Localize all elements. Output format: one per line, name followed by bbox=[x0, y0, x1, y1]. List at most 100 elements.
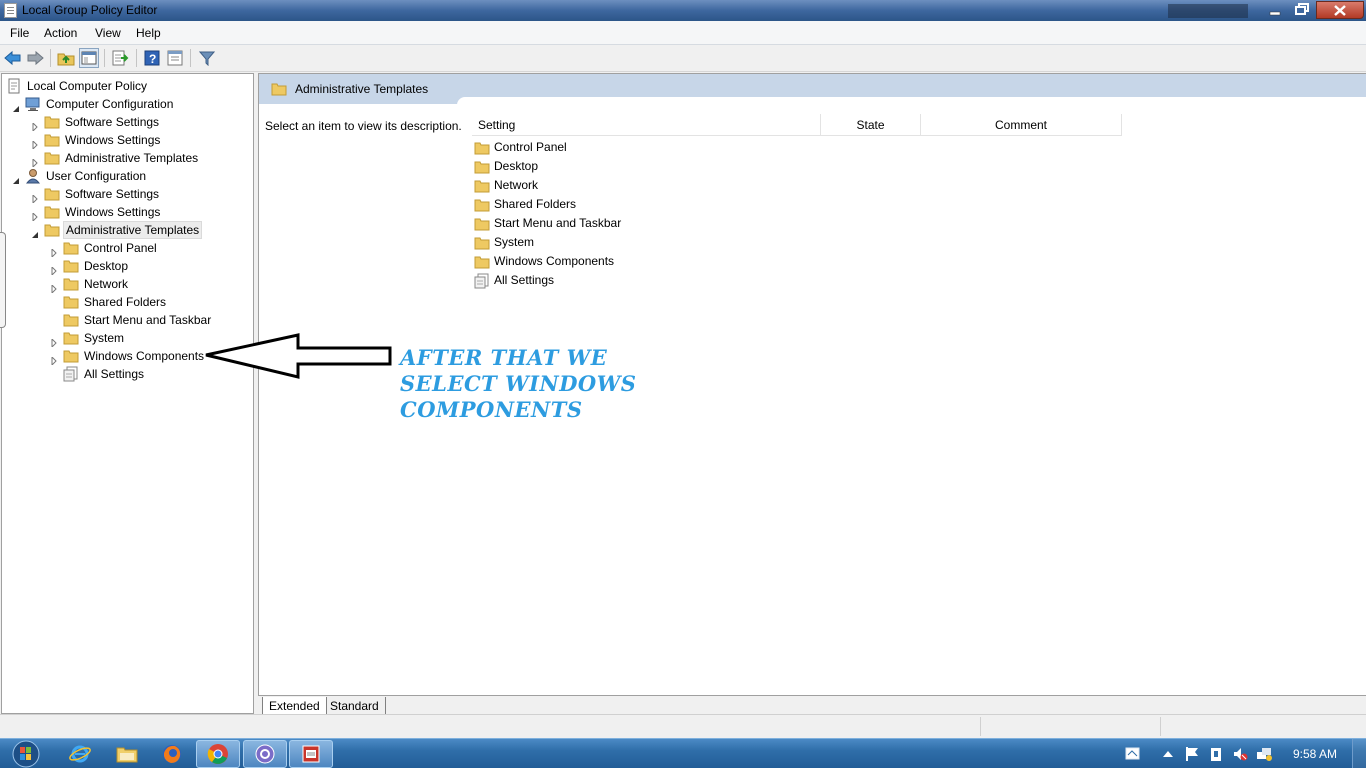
description-text: Select an item to view its description. bbox=[265, 119, 462, 133]
folder-icon bbox=[44, 186, 60, 202]
tree-label: Network bbox=[84, 277, 129, 291]
list-item-label: Network bbox=[494, 178, 539, 192]
chevron-up-icon bbox=[1163, 751, 1173, 757]
start-button[interactable] bbox=[4, 739, 48, 768]
column-header-state[interactable]: State bbox=[821, 114, 921, 136]
back-button[interactable] bbox=[3, 48, 23, 68]
expand-arrow-icon[interactable] bbox=[31, 208, 39, 223]
folder-icon bbox=[63, 258, 79, 274]
export-list-icon bbox=[112, 50, 129, 66]
file-explorer-icon bbox=[116, 747, 138, 763]
list-item-label: Start Menu and Taskbar bbox=[494, 216, 622, 230]
flag-icon bbox=[1186, 747, 1198, 761]
export-list-button[interactable] bbox=[110, 48, 130, 68]
expand-arrow-icon[interactable] bbox=[50, 262, 58, 277]
tray-show-hidden[interactable] bbox=[1160, 746, 1176, 762]
tree-label: Desktop bbox=[84, 259, 129, 273]
expand-arrow-icon[interactable] bbox=[31, 154, 39, 169]
status-divider bbox=[980, 717, 981, 736]
folder-icon bbox=[44, 150, 60, 166]
tray-flag[interactable] bbox=[1184, 746, 1200, 762]
up-folder-icon bbox=[57, 53, 75, 66]
menu-view[interactable]: View bbox=[95, 26, 121, 40]
collapse-arrow-icon[interactable] bbox=[31, 226, 39, 238]
clock[interactable]: 9:58 AM bbox=[1293, 747, 1337, 761]
tree-label: Start Menu and Taskbar bbox=[84, 313, 212, 327]
show-desktop-button[interactable] bbox=[1352, 739, 1366, 768]
annotation-text: AFTER THAT WE SELECT WINDOWS COMPONENTS bbox=[400, 345, 637, 422]
expand-arrow-icon[interactable] bbox=[31, 136, 39, 151]
folder-icon bbox=[63, 312, 79, 328]
firefox-icon bbox=[163, 745, 181, 763]
tree-label: Computer Configuration bbox=[46, 97, 174, 111]
folder-icon bbox=[63, 348, 79, 364]
all-settings-icon bbox=[63, 366, 79, 382]
expand-arrow-icon[interactable] bbox=[50, 280, 58, 295]
power-icon bbox=[1211, 748, 1221, 761]
tray-power[interactable] bbox=[1208, 746, 1224, 762]
forward-button[interactable] bbox=[25, 48, 45, 68]
volume-muted-icon bbox=[1234, 748, 1248, 761]
tree-label: Windows Settings bbox=[65, 133, 161, 147]
taskbar-app[interactable] bbox=[243, 740, 287, 768]
expand-arrow-icon[interactable] bbox=[31, 118, 39, 133]
show-hide-tree-button[interactable] bbox=[79, 48, 99, 68]
header-divider bbox=[457, 97, 1366, 107]
taskbar-file-explorer[interactable] bbox=[105, 740, 149, 768]
list-item-label: Windows Components bbox=[494, 254, 615, 268]
filter-icon bbox=[199, 51, 215, 66]
column-header-setting[interactable]: Setting bbox=[472, 114, 821, 136]
taskbar-group-policy[interactable] bbox=[289, 740, 333, 768]
console-tree: Local Computer Policy Computer Configura… bbox=[1, 73, 254, 714]
view-tabs: Extended Standard bbox=[258, 695, 1366, 715]
collapse-arrow-icon[interactable] bbox=[12, 100, 20, 112]
toolbar-separator bbox=[50, 49, 51, 67]
close-button[interactable] bbox=[1316, 1, 1364, 19]
tray-action-center[interactable] bbox=[1125, 746, 1141, 762]
tray-network[interactable] bbox=[1256, 746, 1272, 762]
expand-arrow-icon[interactable] bbox=[50, 244, 58, 259]
svg-text:?: ? bbox=[149, 52, 156, 66]
minimize-button[interactable] bbox=[1262, 1, 1288, 19]
menu-help[interactable]: Help bbox=[136, 26, 161, 40]
folder-icon bbox=[44, 132, 60, 148]
expand-arrow-icon[interactable] bbox=[31, 190, 39, 205]
tree-label: Local Computer Policy bbox=[27, 79, 148, 93]
chrome-icon bbox=[207, 744, 228, 764]
filter-button[interactable] bbox=[197, 48, 217, 68]
expand-arrow-icon[interactable] bbox=[50, 352, 58, 367]
taskbar-firefox[interactable] bbox=[150, 740, 194, 768]
blurred-region bbox=[1168, 4, 1248, 18]
help-button[interactable]: ? bbox=[142, 48, 162, 68]
collapse-arrow-icon[interactable] bbox=[12, 172, 20, 184]
details-title: Administrative Templates bbox=[295, 82, 429, 96]
tree-label: Administrative Templates bbox=[65, 151, 199, 165]
group-policy-icon bbox=[302, 745, 320, 763]
taskbar-chrome[interactable] bbox=[196, 740, 240, 768]
tray-volume[interactable] bbox=[1232, 746, 1248, 762]
expand-arrow-icon[interactable] bbox=[50, 334, 58, 349]
restore-icon bbox=[1295, 3, 1309, 15]
menu-file[interactable]: File bbox=[10, 26, 29, 40]
menu-action[interactable]: Action bbox=[44, 26, 77, 40]
properties-button[interactable] bbox=[165, 48, 185, 68]
folder-icon bbox=[271, 81, 287, 100]
annotation-arrow bbox=[205, 333, 392, 379]
tab-extended[interactable]: Extended bbox=[262, 697, 327, 715]
column-label: Setting bbox=[478, 118, 516, 132]
restore-button[interactable] bbox=[1289, 1, 1315, 19]
tree-label: Administrative Templates bbox=[63, 221, 203, 239]
folder-icon bbox=[63, 276, 79, 292]
computer-icon bbox=[25, 96, 41, 112]
column-header-comment[interactable]: Comment bbox=[921, 114, 1122, 136]
taskbar-internet-explorer[interactable] bbox=[58, 740, 102, 768]
tab-standard[interactable]: Standard bbox=[324, 697, 386, 715]
title-bar: Local Group Policy Editor bbox=[0, 0, 1366, 21]
all-settings-icon bbox=[474, 273, 490, 295]
column-label: Comment bbox=[994, 118, 1047, 132]
list-item-label: Desktop bbox=[494, 159, 539, 173]
toolbar: ? bbox=[0, 45, 1366, 72]
up-one-level-button[interactable] bbox=[56, 48, 76, 68]
internet-explorer-icon bbox=[69, 745, 91, 763]
app-icon bbox=[4, 3, 17, 18]
